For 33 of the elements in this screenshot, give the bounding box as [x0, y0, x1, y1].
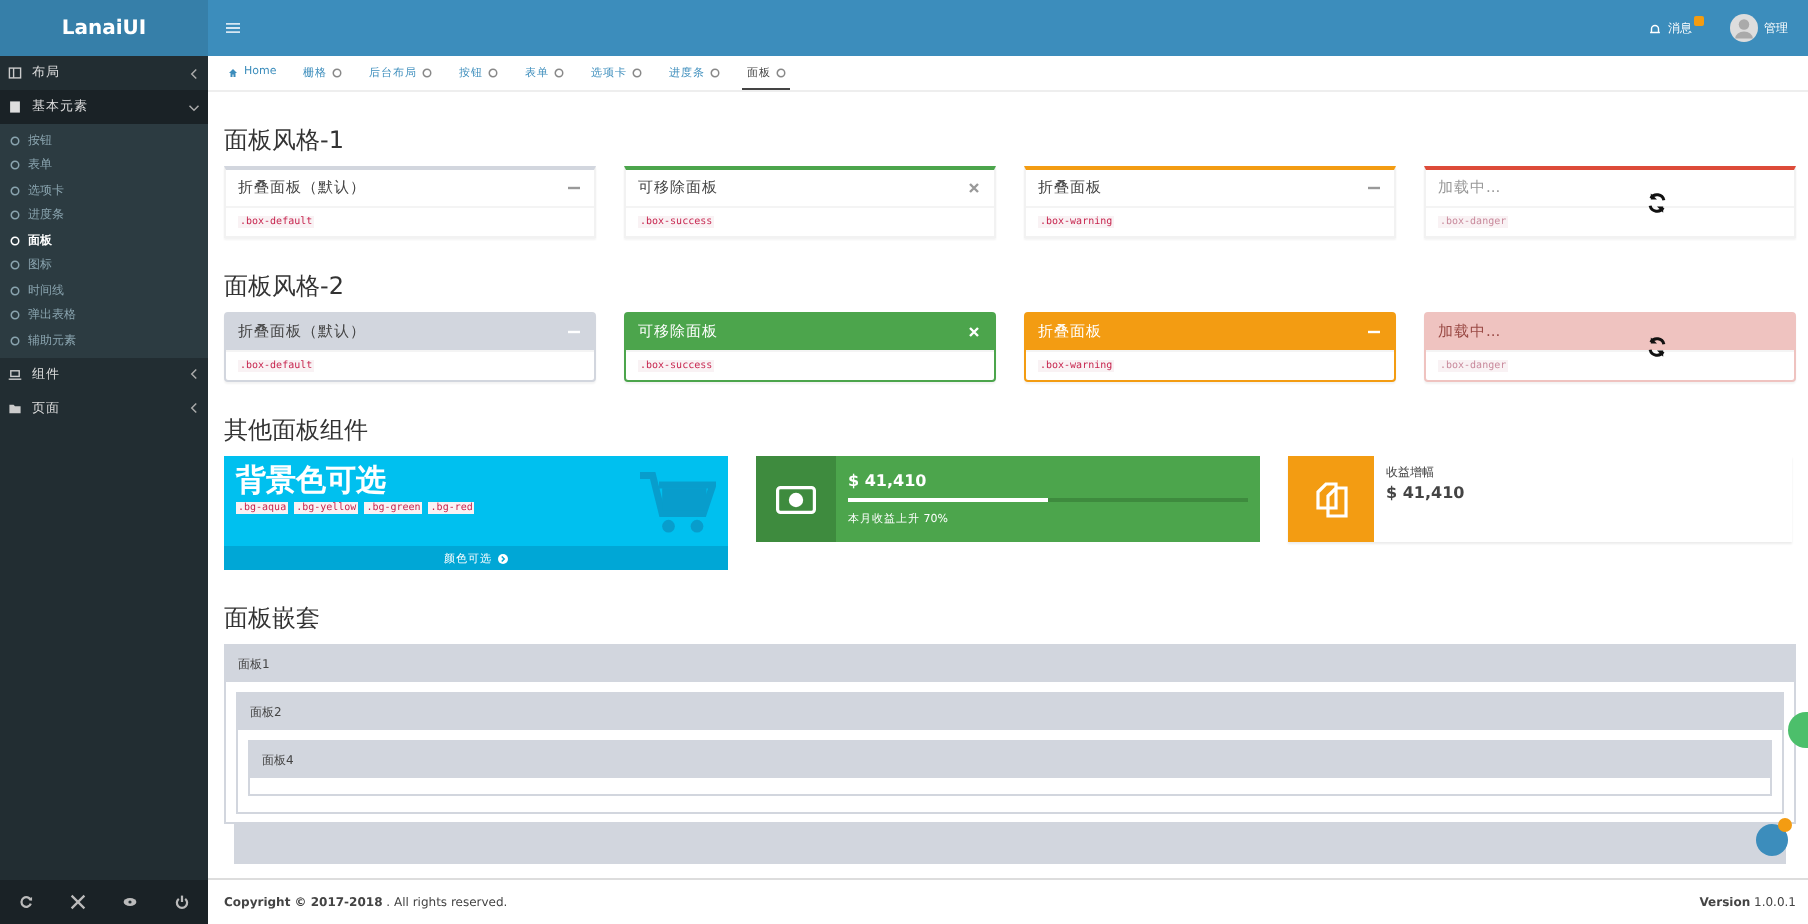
chat-badge	[1778, 818, 1792, 832]
section-heading: 面板风格-1	[224, 124, 346, 158]
circle-icon	[10, 335, 20, 346]
notification-badge	[1694, 16, 1704, 26]
section-heading: 面板风格-2	[224, 270, 346, 304]
chevron-down-icon	[188, 101, 200, 113]
circle-icon	[10, 235, 20, 246]
amount-value: $ 41,410	[848, 472, 929, 490]
section-heading: 面板嵌套	[224, 602, 322, 636]
bell-icon[interactable]	[1648, 21, 1662, 35]
eye-icon[interactable]	[122, 894, 138, 910]
circle-icon	[10, 185, 20, 196]
copy-icon	[1311, 479, 1351, 519]
circle-icon	[10, 160, 20, 171]
chevron-left-icon	[188, 67, 200, 79]
arrow-circle-icon	[498, 553, 508, 563]
refresh-icon[interactable]	[18, 894, 34, 910]
power-icon[interactable]	[174, 894, 190, 910]
chevron-left-icon	[188, 368, 200, 380]
circle-icon	[10, 260, 20, 271]
info-value: $ 41,410	[1386, 484, 1465, 502]
brand-logo[interactable]: LanaiUI	[0, 0, 208, 56]
home-icon	[228, 67, 238, 77]
chevron-left-icon	[188, 402, 200, 414]
circle-icon	[10, 310, 20, 321]
avatar-icon[interactable]	[1730, 14, 1758, 42]
color-box-title: 背景色可选	[236, 464, 388, 496]
circle-icon	[10, 285, 20, 296]
circle-icon	[10, 135, 20, 146]
money-icon	[776, 485, 816, 513]
section-heading: 其他面板组件	[224, 414, 370, 448]
circle-icon	[10, 210, 20, 221]
cart-icon	[640, 472, 716, 536]
